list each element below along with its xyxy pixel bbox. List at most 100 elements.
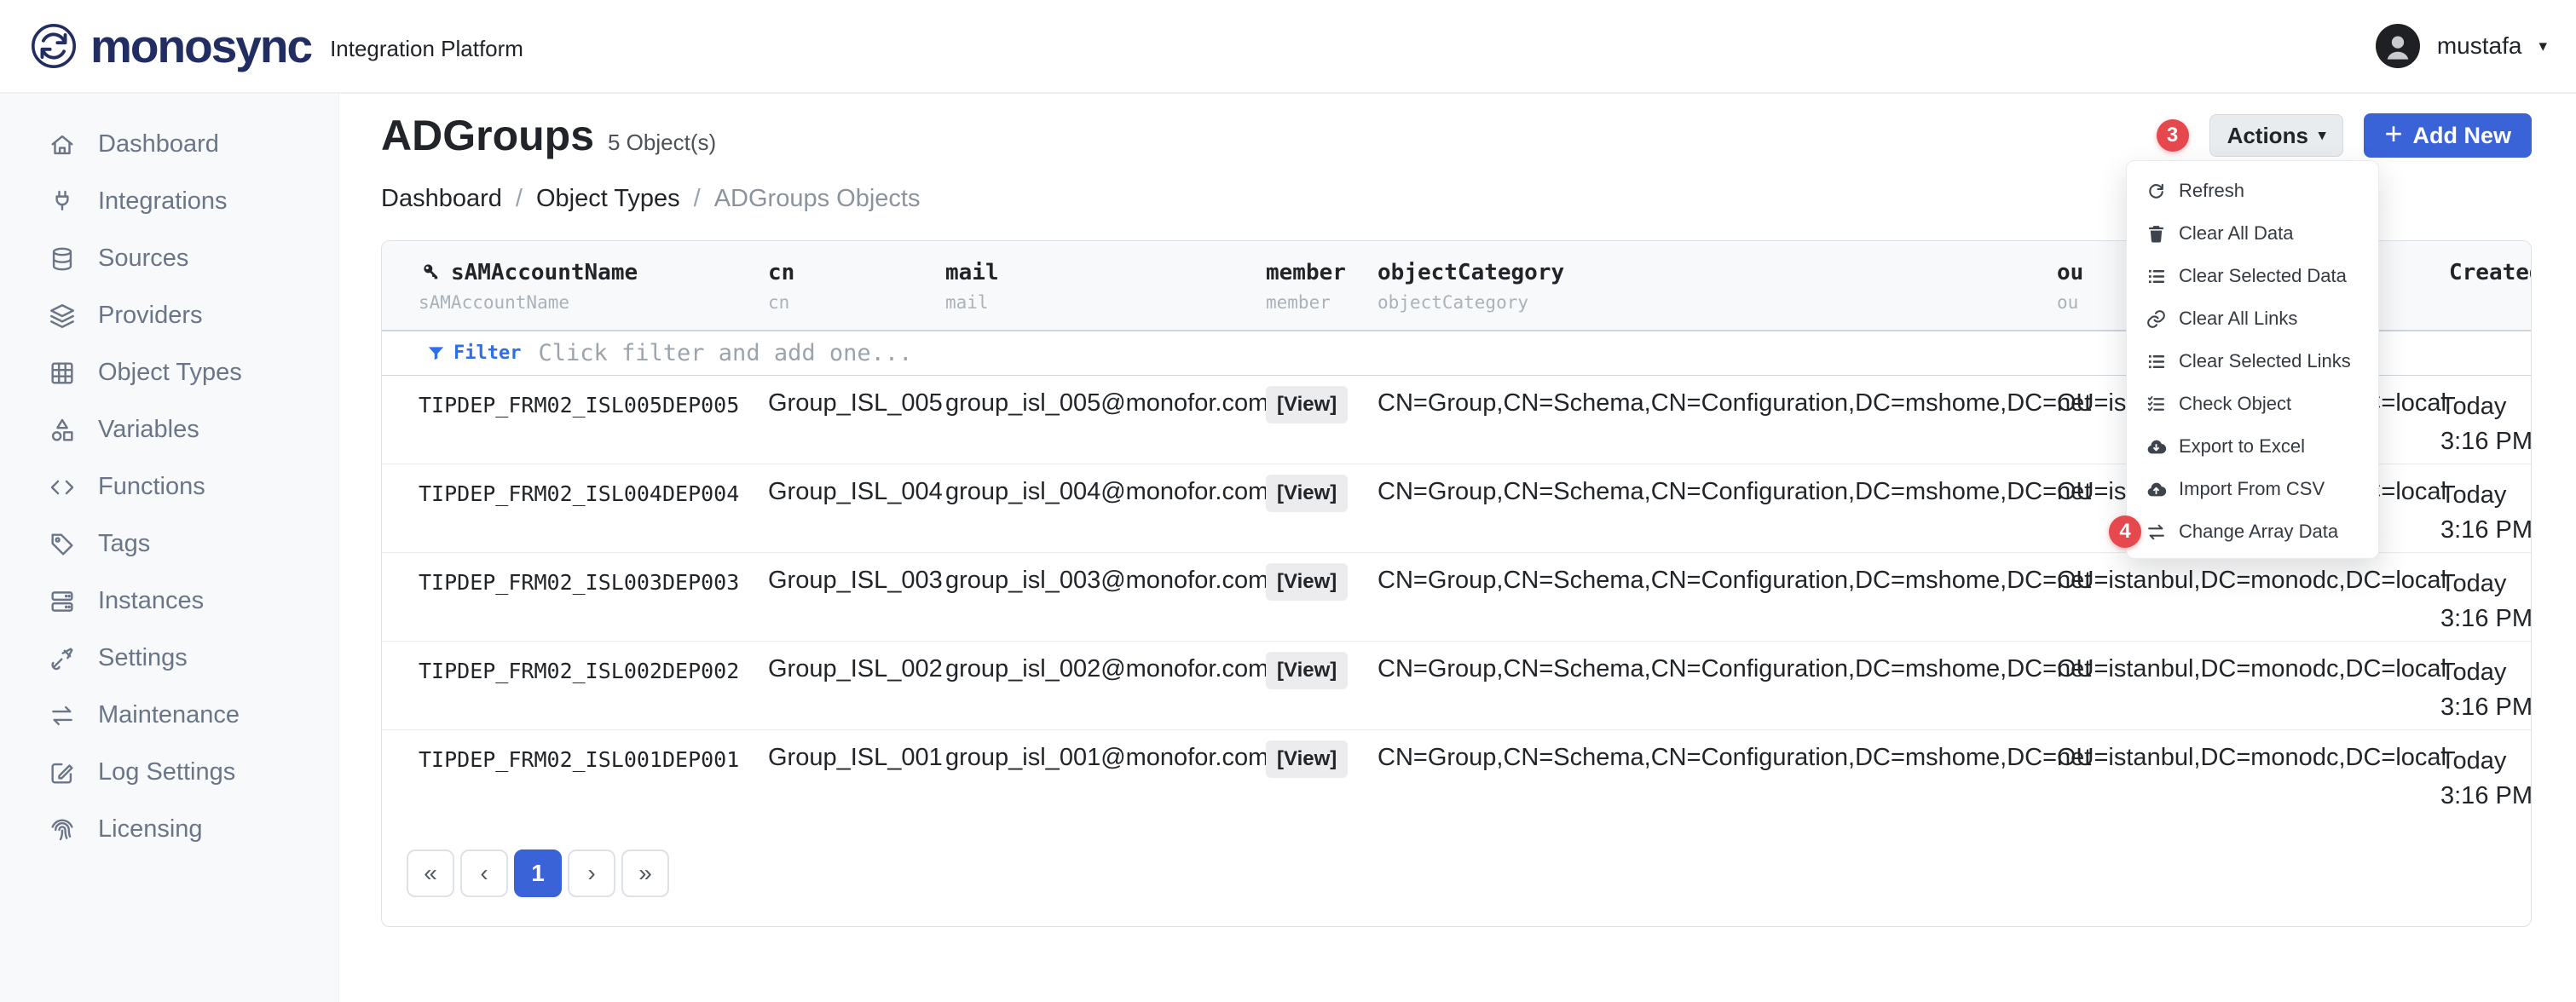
cell-cn: Group_ISL_005	[768, 389, 945, 464]
sidebar-item-maintenance[interactable]: Maintenance	[0, 687, 338, 744]
user-menu[interactable]: mustafa ▾	[2376, 24, 2547, 68]
menu-item-check-object[interactable]: Check Object	[2127, 383, 2378, 425]
sidebar-item-label: Dashboard	[98, 130, 219, 158]
pagination: « ‹ 1 › »	[407, 849, 2531, 897]
menu-item-clear-selected-links[interactable]: Clear Selected Links	[2127, 340, 2378, 383]
view-member-button[interactable]: [View]	[1266, 563, 1348, 601]
cell-objectcategory: CN=Group,CN=Schema,CN=Configuration,DC=m…	[1378, 478, 2057, 552]
sidebar-item-tags[interactable]: Tags	[0, 515, 338, 573]
menu-item-clear-all-data[interactable]: Clear All Data	[2127, 212, 2378, 255]
code-icon	[48, 473, 77, 502]
breadcrumb-separator: /	[694, 185, 701, 213]
sidebar-item-integrations[interactable]: Integrations	[0, 173, 338, 230]
sidebar-item-log-settings[interactable]: Log Settings	[0, 744, 338, 801]
exchange-arrows-icon	[2146, 521, 2167, 543]
column-subtitle: cn	[768, 292, 945, 313]
link-icon	[2146, 308, 2167, 330]
sidebar-item-label: Tags	[98, 530, 150, 558]
sidebar-item-instances[interactable]: Instances	[0, 573, 338, 630]
filter-button[interactable]: Filter	[426, 343, 521, 364]
cell-ou: OU=istanbul,DC=monodc,DC=local	[2057, 655, 2440, 729]
table-row[interactable]: TIPDEP_FRM02_ISL001DEP001 Group_ISL_001 …	[382, 730, 2531, 819]
view-member-button[interactable]: [View]	[1266, 386, 1348, 423]
avatar	[2376, 24, 2420, 68]
cell-created: Today3:16 PM	[2440, 389, 2531, 464]
cell-samaccountname: TIPDEP_FRM02_ISL001DEP001	[419, 744, 768, 819]
cell-created: Today3:16 PM	[2440, 567, 2531, 641]
view-member-button[interactable]: [View]	[1266, 740, 1348, 778]
sidebar-item-licensing[interactable]: Licensing	[0, 801, 338, 858]
sidebar-item-functions[interactable]: Functions	[0, 458, 338, 515]
filter-hint: Click filter and add one...	[538, 340, 912, 366]
edit-square-icon	[48, 758, 77, 787]
title-actions: 3 Actions ▾ + Add New	[2157, 113, 2532, 158]
database-icon	[48, 245, 77, 274]
menu-item-change-array-data[interactable]: Change Array Data	[2127, 510, 2378, 553]
list-icon	[2146, 351, 2167, 372]
view-member-button[interactable]: [View]	[1266, 475, 1348, 512]
cell-created: Today3:16 PM	[2440, 655, 2531, 729]
actions-button[interactable]: Actions ▾	[2209, 114, 2344, 157]
column-header-cn[interactable]: cn cn	[768, 241, 945, 330]
pagination-next-button[interactable]: ›	[568, 849, 615, 897]
menu-item-clear-all-links[interactable]: Clear All Links	[2127, 297, 2378, 340]
column-subtitle: member	[1266, 292, 1378, 313]
breadcrumb-object-types[interactable]: Object Types	[536, 185, 680, 213]
column-subtitle: sAMAccountName	[419, 292, 768, 313]
cell-objectcategory: CN=Group,CN=Schema,CN=Configuration,DC=m…	[1378, 655, 2057, 729]
sidebar-item-label: Instances	[98, 587, 204, 615]
plug-icon	[48, 187, 77, 216]
menu-item-refresh[interactable]: Refresh	[2127, 170, 2378, 212]
table-row[interactable]: TIPDEP_FRM02_ISL002DEP002 Group_ISL_002 …	[382, 642, 2531, 730]
actions-button-label: Actions	[2227, 123, 2308, 149]
brand-subtitle: Integration Platform	[330, 31, 523, 62]
cell-cn: Group_ISL_001	[768, 744, 945, 819]
page-title-text: ADGroups	[381, 111, 594, 160]
view-member-button[interactable]: [View]	[1266, 652, 1348, 689]
pagination-prev-button[interactable]: ‹	[460, 849, 508, 897]
cloud-upload-icon	[2146, 479, 2167, 500]
menu-item-clear-selected-data[interactable]: Clear Selected Data	[2127, 255, 2378, 297]
cell-created: Today3:16 PM	[2440, 744, 2531, 819]
cell-cn: Group_ISL_002	[768, 655, 945, 729]
sidebar-item-sources[interactable]: Sources	[0, 230, 338, 287]
column-header-created[interactable]: Created	[2440, 241, 2531, 330]
app-root: monosync Integration Platform mustafa ▾ …	[0, 0, 2576, 1002]
add-new-button[interactable]: + Add New	[2364, 113, 2532, 158]
pagination-last-button[interactable]: »	[621, 849, 669, 897]
pagination-first-button[interactable]: «	[407, 849, 454, 897]
step-badge-actions: 3	[2157, 119, 2189, 152]
sidebar-item-providers[interactable]: Providers	[0, 287, 338, 344]
brand-name: monosync	[90, 23, 311, 70]
breadcrumb-dashboard[interactable]: Dashboard	[381, 185, 502, 213]
cell-samaccountname: TIPDEP_FRM02_ISL003DEP003	[419, 567, 768, 641]
cell-samaccountname: TIPDEP_FRM02_ISL002DEP002	[419, 655, 768, 729]
cell-objectcategory: CN=Group,CN=Schema,CN=Configuration,DC=m…	[1378, 567, 2057, 641]
list-check-icon	[2146, 394, 2167, 415]
sidebar-item-object-types[interactable]: Object Types	[0, 344, 338, 401]
sidebar-item-settings[interactable]: Settings	[0, 630, 338, 687]
sidebar-item-dashboard[interactable]: Dashboard	[0, 116, 338, 173]
sidebar-item-label: Integrations	[98, 187, 228, 216]
grid-icon	[48, 359, 77, 388]
menu-item-import-from-csv[interactable]: Import From CSV	[2127, 468, 2378, 510]
cell-mail: group_isl_003@monofor.com	[945, 567, 1266, 641]
column-header-samaccountname[interactable]: sAMAccountName sAMAccountName	[419, 241, 768, 330]
funnel-icon	[426, 343, 446, 363]
column-header-objectcategory[interactable]: objectCategory objectCategory	[1378, 241, 2057, 330]
sidebar-item-variables[interactable]: Variables	[0, 401, 338, 458]
column-header-mail[interactable]: mail mail	[945, 241, 1266, 330]
refresh-icon	[2146, 181, 2167, 202]
sidebar-item-label: Providers	[98, 302, 203, 330]
brand[interactable]: monosync Integration Platform	[29, 21, 523, 71]
cell-mail: group_isl_001@monofor.com	[945, 744, 1266, 819]
sidebar-item-label: Variables	[98, 416, 199, 444]
menu-item-export-to-excel[interactable]: Export to Excel	[2127, 425, 2378, 468]
cell-mail: group_isl_002@monofor.com	[945, 655, 1266, 729]
table-row[interactable]: TIPDEP_FRM02_ISL003DEP003 Group_ISL_003 …	[382, 553, 2531, 642]
chevron-down-icon: ▾	[2538, 37, 2547, 56]
pagination-page-1-button[interactable]: 1	[514, 849, 562, 897]
cell-created: Today3:16 PM	[2440, 478, 2531, 552]
object-count: 5 Object(s)	[608, 130, 716, 156]
column-header-member[interactable]: member member	[1266, 241, 1378, 330]
